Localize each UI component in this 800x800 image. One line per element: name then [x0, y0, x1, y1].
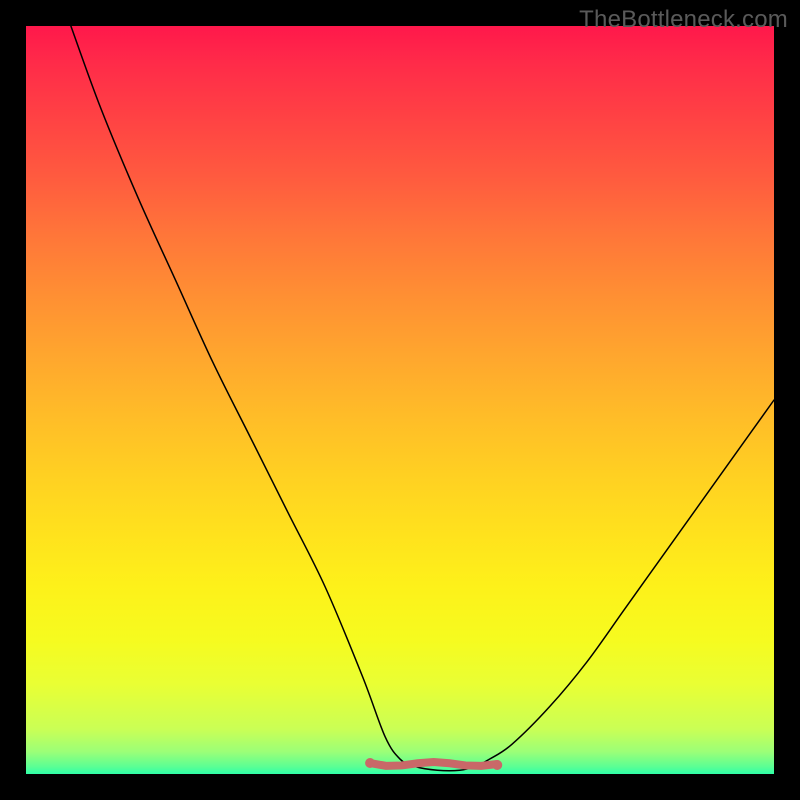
- bottleneck-curve: [71, 26, 774, 771]
- minimum-marker-line: [370, 762, 497, 766]
- marker-dot: [365, 758, 375, 768]
- plot-area: [26, 26, 774, 774]
- watermark-text: TheBottleneck.com: [579, 6, 788, 34]
- curve-layer: [26, 26, 774, 774]
- marker-dot: [492, 760, 502, 770]
